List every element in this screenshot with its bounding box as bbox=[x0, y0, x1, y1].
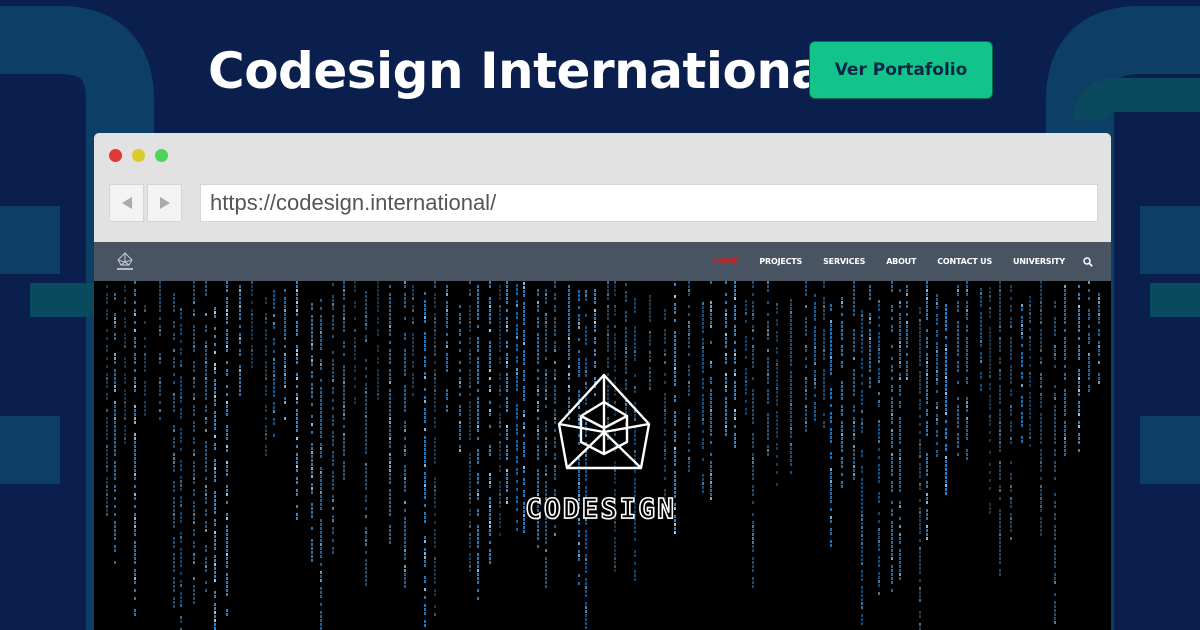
forward-button[interactable] bbox=[147, 184, 182, 222]
nav-item-university[interactable]: UNIVERSITY bbox=[1013, 257, 1065, 266]
window-controls bbox=[109, 149, 168, 162]
hero-section: CODESIGN bbox=[94, 281, 1111, 630]
maximize-window-dot[interactable] bbox=[155, 149, 168, 162]
nav-item-contact-us[interactable]: CONTACT US bbox=[937, 257, 992, 266]
browser-window: https://codesign.international/ HOME PRO… bbox=[94, 133, 1111, 630]
url-text: https://codesign.international/ bbox=[210, 190, 497, 215]
forward-arrow-icon bbox=[159, 197, 170, 209]
page-title: Codesign International bbox=[208, 42, 842, 100]
back-button[interactable] bbox=[109, 184, 144, 222]
site-menu: HOME PROJECTS SERVICES ABOUT CONTACT US … bbox=[691, 242, 1093, 281]
site-navbar: HOME PROJECTS SERVICES ABOUT CONTACT US … bbox=[94, 242, 1111, 281]
nav-item-home[interactable]: HOME bbox=[712, 257, 738, 266]
nav-item-services[interactable]: SERVICES bbox=[823, 257, 865, 266]
nav-item-about[interactable]: ABOUT bbox=[886, 257, 916, 266]
codesign-logo-icon[interactable] bbox=[114, 251, 136, 273]
page-viewport: HOME PROJECTS SERVICES ABOUT CONTACT US … bbox=[94, 242, 1111, 630]
view-portfolio-button[interactable]: Ver Portafolio bbox=[809, 41, 993, 99]
address-bar[interactable]: https://codesign.international/ bbox=[200, 184, 1098, 222]
minimize-window-dot[interactable] bbox=[132, 149, 145, 162]
codesign-cube-logo bbox=[557, 373, 651, 470]
hero-wordmark: CODESIGN bbox=[524, 491, 676, 526]
nav-item-projects[interactable]: PROJECTS bbox=[759, 257, 802, 266]
search-icon[interactable] bbox=[1083, 256, 1093, 267]
back-arrow-icon bbox=[121, 197, 132, 209]
close-window-dot[interactable] bbox=[109, 149, 122, 162]
